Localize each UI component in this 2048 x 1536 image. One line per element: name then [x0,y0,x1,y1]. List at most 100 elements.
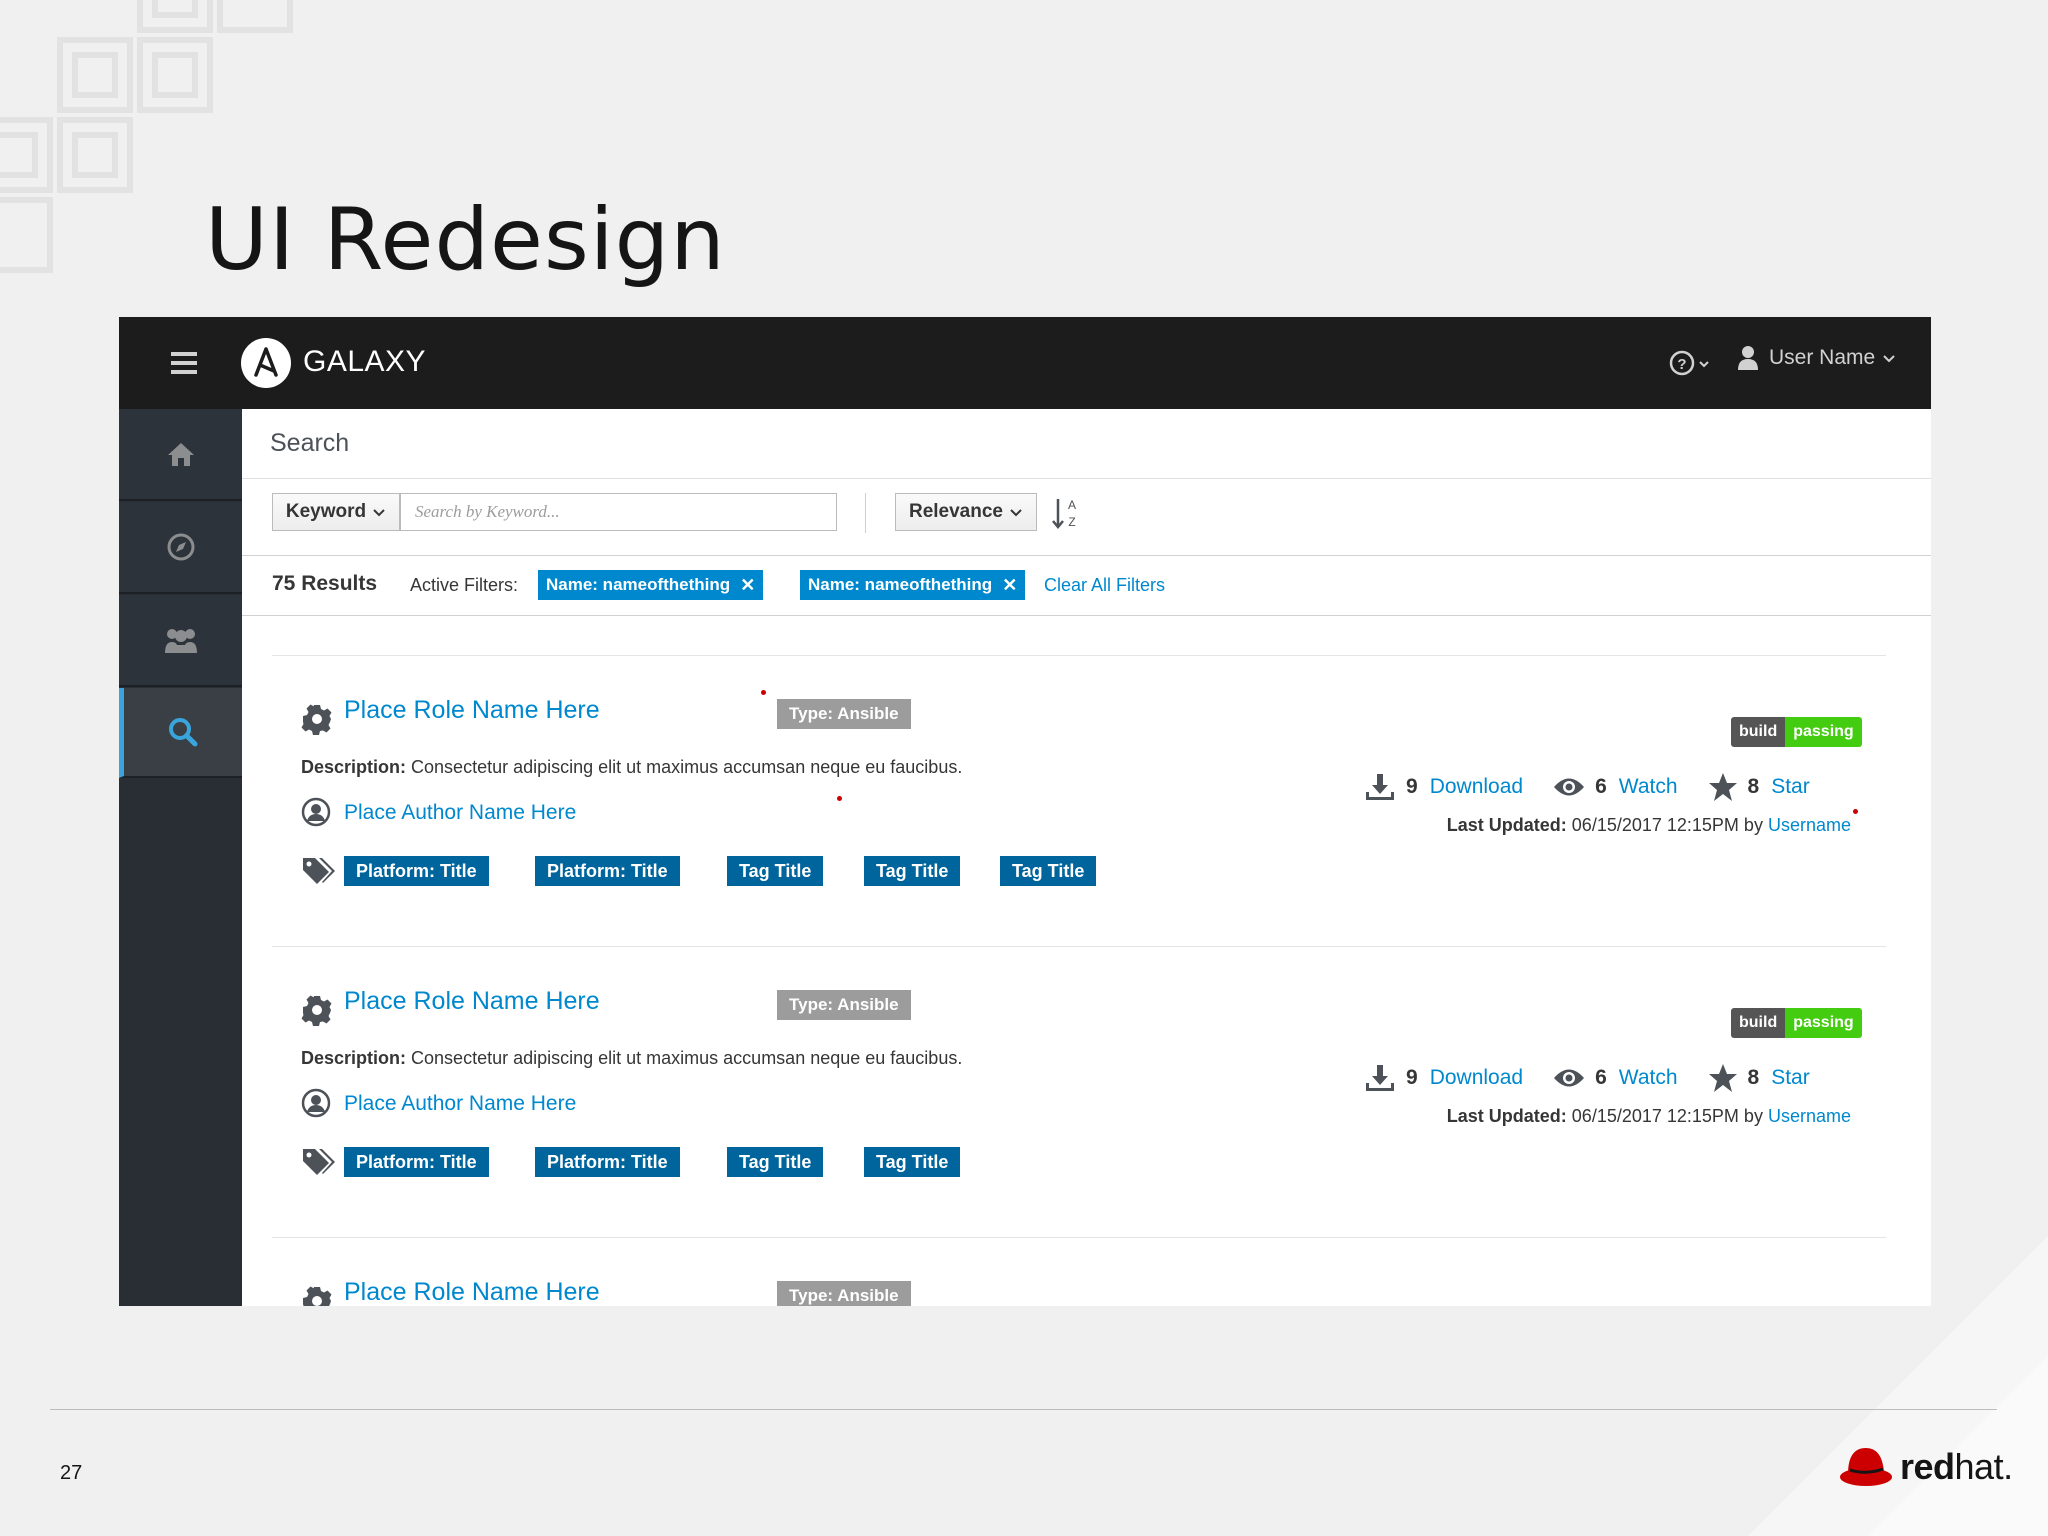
close-icon[interactable]: ✕ [1002,575,1017,596]
redhat-wordmark-rest: hat. [1954,1446,2014,1487]
svg-text:Z: Z [1068,515,1075,529]
indicator-dot [837,796,842,801]
compass-icon [167,533,194,561]
list-item: Place Role Name Here Type: Ansible Descr… [272,946,1886,1237]
role-name-link[interactable]: Place Role Name Here [344,1278,600,1306]
filter-chip-label: Name: nameofthething [546,575,731,594]
watch-count: 6 [1595,775,1607,798]
help-icon: ? [1669,350,1709,376]
help-menu[interactable]: ? [1669,348,1715,383]
description-text: Consectetur adipiscing elit ut maximus a… [411,757,963,777]
footer-divider [50,1409,1997,1410]
sort-field-dropdown[interactable]: Relevance [895,493,1037,531]
download-icon [1366,1065,1394,1091]
last-updated-text: 06/15/2017 12:15PM by [1571,815,1763,835]
home-icon [167,443,194,466]
type-badge: Type: Ansible [777,699,911,729]
slide-title: UI Redesign [205,190,726,290]
gear-icon [301,995,332,1026]
watch-link[interactable]: Watch [1619,1066,1678,1090]
filter-chip[interactable]: Name: nameofthething ✕ [800,570,1026,600]
user-menu[interactable]: User Name [1737,345,1895,371]
search-toolbar: Keyword Relevance A Z [242,479,1931,556]
results-count: 75 Results [272,572,378,595]
download-link[interactable]: Download [1430,775,1523,799]
author-icon [301,1088,331,1118]
close-icon[interactable]: ✕ [740,575,755,596]
clear-all-filters-link[interactable]: Clear All Filters [1044,575,1165,596]
tag[interactable]: Tag Title [727,1147,824,1177]
page-number: 27 [60,1462,83,1484]
app-name[interactable]: GALAXY [303,345,426,379]
list-item: Place Role Name Here Type: Ansible Descr… [272,655,1886,946]
chevron-down-icon [373,509,385,517]
nav-item-community[interactable] [119,595,242,687]
indicator-dot [761,690,766,695]
star-count: 8 [1747,775,1760,798]
download-link[interactable]: Download [1430,1066,1523,1090]
search-input[interactable] [400,493,837,531]
tag[interactable]: Tag Title [727,856,824,886]
platform-tag[interactable]: Platform: Title [344,1147,489,1177]
platform-tag[interactable]: Platform: Title [535,1147,680,1177]
build-status-badge: build passing [1731,1008,1862,1038]
search-icon [169,718,198,747]
user-icon [1738,346,1758,370]
download-count: 9 [1406,1066,1418,1089]
galaxy-screenshot: GALAXY ? User Name Search Keyword Search… [119,317,1931,1306]
watch-icon [1554,1069,1585,1087]
redhat-logo: redhat. [1838,1444,2013,1490]
sort-field-label: Relevance [908,501,1003,522]
description-label: Description: [301,1048,407,1068]
active-filters-label: Active Filters: [410,575,519,595]
platform-tag[interactable]: Platform: Title [535,856,680,886]
star-icon [1708,1064,1737,1092]
role-name-link[interactable]: Place Role Name Here [344,987,600,1016]
svg-text:?: ? [1677,356,1686,373]
author-icon [301,797,331,827]
author-name-link[interactable]: Place Author Name Here [344,1092,576,1116]
users-icon [164,629,197,653]
page-header: Search [242,409,1931,479]
tag[interactable]: Tag Title [864,1147,961,1177]
type-badge: Type: Ansible [777,1281,911,1306]
author-name-link[interactable]: Place Author Name Here [344,801,576,825]
toolbar-divider [865,493,866,533]
redhat-wordmark-bold: red [1900,1446,1955,1487]
updated-by-user-link[interactable]: Username [1768,1106,1851,1126]
download-count: 9 [1406,775,1418,798]
platform-tag[interactable]: Platform: Title [344,856,489,886]
role-name-link[interactable]: Place Role Name Here [344,696,600,725]
description: Description: Consectetur adipiscing elit… [301,757,962,778]
vertical-nav [119,409,242,1306]
description-label: Description: [301,757,407,777]
nav-item-search[interactable] [119,688,242,778]
ansible-logo-icon [241,338,291,388]
masthead: GALAXY ? User Name [119,317,1931,409]
filter-field-dropdown[interactable]: Keyword [272,493,400,531]
last-updated: Last Updated: 06/15/2017 12:15PM by User… [1447,1106,1851,1127]
type-badge: Type: Ansible [777,990,911,1020]
last-updated-text: 06/15/2017 12:15PM by [1571,1106,1763,1126]
redhat-fedora-icon [1840,1448,1892,1486]
user-name: User Name [1769,346,1876,369]
gear-icon [301,704,332,735]
star-link[interactable]: Star [1771,775,1810,799]
watch-link[interactable]: Watch [1619,775,1678,799]
tags-icon [303,858,335,884]
filter-chip-label: Name: nameofthething [808,575,993,594]
tag[interactable]: Tag Title [1000,856,1097,886]
star-link[interactable]: Star [1771,1066,1810,1090]
svg-text:A: A [1068,498,1076,512]
updated-by-user-link[interactable]: Username [1768,815,1851,835]
active-filters-bar: 75 Results Active Filters: Name: nameoft… [242,556,1931,616]
list-item: Place Role Name Here Type: Ansible [272,1237,1886,1306]
nav-item-explore[interactable] [119,502,242,594]
nav-item-home[interactable] [119,409,242,501]
tags-icon [303,1149,335,1175]
filter-chip[interactable]: Name: nameofthething ✕ [538,570,764,600]
sort-alpha-icon[interactable]: A Z [1052,496,1082,530]
build-badge-label: build [1731,1008,1786,1038]
tag[interactable]: Tag Title [864,856,961,886]
hamburger-menu-icon[interactable] [171,352,197,374]
